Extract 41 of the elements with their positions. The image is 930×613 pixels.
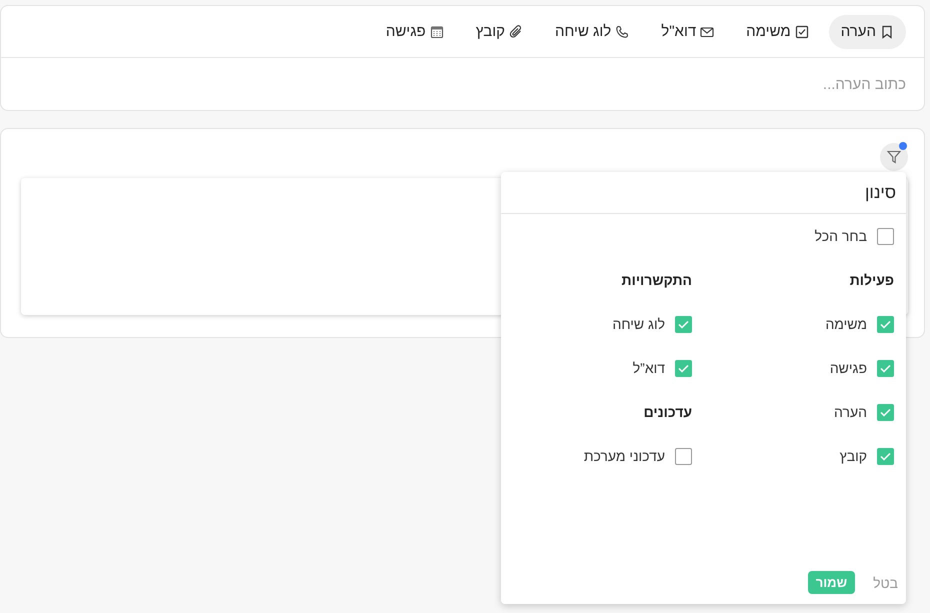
checkbox[interactable] [675, 316, 692, 332]
checkbox[interactable] [675, 360, 692, 376]
filter-icon [886, 149, 902, 165]
checkbox[interactable] [877, 228, 894, 244]
check-icon [880, 452, 891, 460]
check-icon [678, 320, 689, 328]
check-icon [880, 320, 891, 328]
check-icon [880, 408, 891, 416]
bookmark-icon [880, 24, 894, 38]
panel-title: סינון [501, 172, 906, 214]
composer-tab[interactable]: פגישה [374, 14, 456, 48]
checkbox[interactable] [877, 316, 894, 332]
group-title: עדכונים [644, 404, 692, 420]
checkbox[interactable] [877, 448, 894, 464]
checkbox[interactable] [877, 404, 894, 420]
checkbox-label: עדכוני מערכת [584, 448, 665, 464]
group-title: פעילות [850, 272, 894, 288]
composer-tab[interactable]: הערה [828, 14, 906, 48]
envelope-icon [700, 24, 714, 38]
checkbox-label: דוא”ל [632, 360, 665, 376]
composer-tab[interactable]: דוא"ל [649, 14, 726, 48]
checkbox[interactable] [675, 448, 692, 464]
composer-tab[interactable]: לוג שיחה [542, 14, 642, 48]
check-icon [880, 364, 891, 372]
check-icon [678, 364, 689, 372]
checkbox-label: פגישה [830, 360, 867, 376]
composer-tab[interactable]: משימה [734, 14, 821, 48]
note-field[interactable]: כתוב הערה... [0, 58, 925, 111]
checkbox-label: בחר הכל [814, 228, 867, 244]
filter-button[interactable] [880, 143, 908, 171]
checkbox-label: לוג שיחה [612, 316, 665, 332]
checkbox[interactable] [877, 360, 894, 376]
phone-icon [615, 24, 630, 38]
paperclip-icon [508, 24, 523, 38]
checkbox-label: משימה [825, 316, 867, 332]
calendar-icon [430, 24, 444, 38]
group-title: התקשרויות [622, 272, 692, 288]
checkbox-label: הערה [834, 404, 867, 420]
checkbox-icon [794, 24, 809, 38]
checkbox-label: קובץ [840, 448, 867, 464]
composer-tab[interactable]: קובץ [464, 14, 535, 48]
